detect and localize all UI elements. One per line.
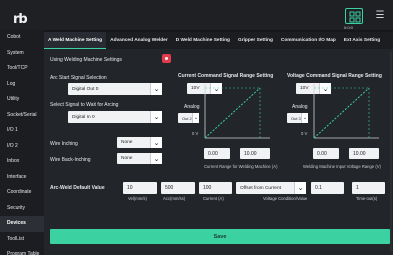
wire-back-select[interactable]: None ⌄ bbox=[117, 153, 162, 164]
voltage-range-graph bbox=[313, 84, 379, 139]
acc-caption: Acc(mm/ss) bbox=[163, 196, 186, 201]
vel-caption: Vel(mm/s) bbox=[128, 196, 147, 201]
chevron-down-icon: ⌄ bbox=[150, 137, 162, 148]
current-max-input[interactable]: 10.00 bbox=[240, 148, 270, 159]
current-zero-label: 0 V bbox=[192, 131, 199, 136]
voltage-zero-label: 0 V bbox=[301, 131, 308, 136]
tab-a-weld-machine-setting[interactable]: A Weld Machine Setting bbox=[44, 32, 107, 49]
tab-communication-i-o-map[interactable]: Communication I/O Map bbox=[277, 32, 340, 49]
voltage-range-caption: Welding Machine Input Voltage Range (V) bbox=[303, 164, 381, 169]
timeout-input[interactable]: 1 bbox=[352, 182, 385, 194]
chevron-down-icon: ⌄ bbox=[150, 83, 162, 95]
use-weld-toggle[interactable] bbox=[162, 54, 171, 63]
chevron-down-icon: ⌄ bbox=[150, 153, 162, 164]
wait-arc-value: Digital In 0 bbox=[72, 114, 95, 120]
wire-back-value: None bbox=[121, 156, 133, 161]
sidebar-item-coordinate[interactable]: Coordinate bbox=[0, 185, 44, 201]
sidebar-item-devices[interactable]: Devices bbox=[0, 216, 44, 232]
tab-gripper-setting[interactable]: Gripper Setting bbox=[234, 32, 277, 49]
voltage-min-input[interactable]: 0.00 bbox=[313, 148, 339, 159]
current-volt-value: 10V bbox=[191, 86, 200, 91]
voltage-condition-caption: Voltage Condition/Value bbox=[263, 196, 308, 201]
voltage-analog-value: Out 3 bbox=[291, 115, 301, 121]
sidebar-item-system[interactable]: System bbox=[0, 46, 44, 62]
current-graph-title: Current Command Signal Range Setting bbox=[178, 73, 274, 79]
use-weld-label: Using Welding Machine Settings bbox=[50, 57, 122, 63]
timeout-caption: Time-out(s) bbox=[356, 196, 378, 201]
tab-ext-axis-setting[interactable]: Ext Axis Setting bbox=[340, 32, 384, 49]
sidebar-item-program-table[interactable]: Program Table bbox=[0, 247, 44, 255]
wire-inch-label: Wire Inching bbox=[50, 141, 78, 147]
top-icons: 0:0:0 ☰ bbox=[344, 8, 389, 30]
sidebar-item-i-o-2[interactable]: I/O 2 bbox=[0, 139, 44, 155]
tab-bar: A Weld Machine Setting Advanced Analog We… bbox=[44, 32, 393, 49]
current-analog-value: Out 2 bbox=[182, 115, 192, 121]
arc-start-label: Arc Start Signal Selection bbox=[50, 75, 107, 81]
save-button[interactable]: Save bbox=[50, 229, 390, 244]
sidebar-item-toollist[interactable]: ToolList bbox=[0, 232, 44, 248]
sidebar-item-socket-serial[interactable]: Socket/Serial bbox=[0, 108, 44, 124]
sidebar-item-interface[interactable]: Interface bbox=[0, 170, 44, 186]
wire-inch-select[interactable]: None ⌄ bbox=[117, 137, 162, 148]
current-input[interactable]: 100 bbox=[199, 182, 232, 194]
current-analog-select[interactable]: Out 2 ⌄ bbox=[178, 113, 199, 123]
wait-arc-select[interactable]: Digital In 0 ⌄ bbox=[68, 111, 162, 123]
current-min-input[interactable]: 0.00 bbox=[204, 148, 230, 159]
voltage-graph-title: Voltage Command Signal Range Setting bbox=[287, 73, 382, 79]
voltage-volt-value: 10V bbox=[300, 86, 309, 91]
range-line bbox=[204, 87, 261, 139]
wire-back-label: Wire Back-Inching bbox=[50, 157, 91, 163]
sidebar-item-cobot[interactable]: Cobot bbox=[0, 30, 44, 46]
voltage-max-input[interactable]: 10.00 bbox=[349, 148, 379, 159]
acc-input[interactable]: 500 bbox=[161, 182, 195, 194]
chevron-down-icon: ⌄ bbox=[150, 111, 162, 123]
voltage-analog-label: Analog bbox=[292, 104, 308, 110]
sidebar-item-security[interactable]: Security bbox=[0, 201, 44, 217]
sidebar-item-tool-tcp[interactable]: Tool/TCP bbox=[0, 61, 44, 77]
scrollbar[interactable] bbox=[390, 52, 392, 252]
current-range-graph bbox=[204, 84, 270, 139]
current-analog-label: Analog bbox=[184, 104, 200, 110]
voltage-condition-select[interactable]: Offset from Current ⌄ bbox=[236, 182, 306, 194]
voltage-condition-value: Offset from Current bbox=[240, 185, 281, 191]
current-range-caption: Current Range for Welding Machine (A) bbox=[204, 164, 278, 169]
voltage-analog-select[interactable]: Out 3 ⌄ bbox=[287, 113, 308, 123]
top-bar: rb 0:0:0 ☰ bbox=[0, 0, 393, 30]
more-icon[interactable]: ☰ bbox=[371, 8, 389, 24]
tab-d-weld-machine-setting[interactable]: D Weld Machine Setting bbox=[172, 32, 234, 49]
arc-start-value: Digital Out 0 bbox=[72, 86, 99, 92]
chevron-down-icon: ⌄ bbox=[301, 113, 308, 123]
tab-advanced-analog-welder[interactable]: Advanced Analog Welder bbox=[106, 32, 172, 49]
range-line bbox=[313, 87, 370, 139]
app-logo: rb bbox=[13, 12, 28, 27]
sidebar-item-inbox[interactable]: Inbox bbox=[0, 154, 44, 170]
sidebar-item-log[interactable]: Log bbox=[0, 77, 44, 93]
current-caption: Current (A) bbox=[203, 196, 224, 201]
voltage-value-input[interactable]: 0.1 bbox=[311, 182, 344, 194]
wait-arc-label: Select Signal to Wait for Arcing bbox=[50, 102, 119, 108]
arc-start-select[interactable]: Digital Out 0 ⌄ bbox=[68, 83, 162, 95]
status-icon[interactable]: 0:0:0 bbox=[344, 8, 363, 30]
sidebar-item-i-o-1[interactable]: I/O 1 bbox=[0, 123, 44, 139]
sidebar: Cobot System Tool/TCP Log Utility Socket/Seri… bbox=[0, 30, 44, 255]
chevron-down-icon: ⌄ bbox=[294, 182, 306, 194]
vel-input[interactable]: 10 bbox=[123, 182, 157, 194]
status-label: 0:0:0 bbox=[344, 25, 353, 30]
wire-inch-value: None bbox=[121, 140, 133, 145]
sidebar-item-utility[interactable]: Utility bbox=[0, 92, 44, 108]
chevron-down-icon: ⌄ bbox=[192, 113, 199, 123]
arc-default-label: Arc-Weld Default Value bbox=[50, 185, 105, 191]
